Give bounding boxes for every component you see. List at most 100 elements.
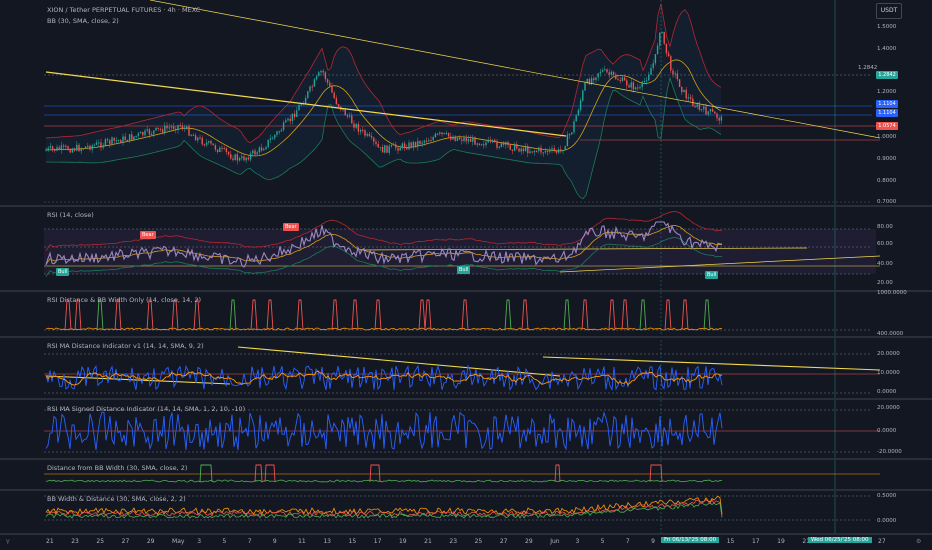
candle-body [406,147,408,150]
candle-body [131,134,133,140]
candle-body [296,110,298,118]
time-axis-label: 19 [398,538,407,545]
candle-body [705,106,707,115]
candle-body [274,134,276,139]
candle-body [186,126,188,129]
candle-body [234,154,236,161]
candle-body [630,82,632,88]
candle-body [458,137,461,140]
candle-body [392,144,395,146]
candle-body [386,145,388,153]
rsi-signed-axis-label: -20.0000 [877,449,902,455]
candle-body [606,69,608,73]
candle-body [681,86,683,93]
candle-body [344,108,346,116]
pane-separator[interactable] [0,398,932,400]
candle-body [650,68,652,75]
candle-body [531,151,533,153]
currency-button[interactable]: USDT [876,3,902,19]
candle-body [518,148,520,152]
candle-body [507,141,509,146]
rsi-distance-axis-label: 400.0000 [877,331,904,337]
candle-body [483,144,485,146]
candle-body [370,136,373,138]
candle-body [716,113,718,119]
candle-body [49,146,52,148]
candle-body [67,146,69,151]
rsi-axis-label: 40.00 [877,261,893,267]
candle-body [265,147,267,150]
candle-body [476,143,478,145]
settings-icon[interactable]: ⚙ [916,538,921,545]
candle-body [252,150,254,154]
pane-separator[interactable] [0,336,932,338]
candle-body [256,152,258,155]
candle-body [111,137,113,144]
candle-body [447,132,450,137]
candle-body [282,122,285,130]
candle-body [216,149,219,153]
candle-body [683,89,685,93]
candle-body [335,98,338,105]
candle-body [232,158,234,161]
pane-separator[interactable] [0,458,932,460]
candle-body [601,70,604,72]
candle-body [469,138,472,142]
candle-body [150,133,153,135]
candle-body [432,137,434,141]
candle-body [571,132,573,135]
bb-indicator-label[interactable]: BB (30, SMA, close, 2) [47,17,119,25]
rsi-title[interactable]: RSI (14, close) [47,211,94,219]
candle-body [698,104,701,110]
time-axis-label: 17 [373,538,382,545]
symbol-title[interactable]: XION / Tether PERPETUAL FUTURES · 4h · M… [47,6,200,14]
time-axis-label: 23 [449,538,458,545]
pane-separator[interactable] [0,489,932,491]
candle-body [425,140,428,142]
rsi-signed-title[interactable]: RSI MA Signed Distance Indicator (14, 14… [47,405,245,413]
candle-body [379,147,382,149]
candle-body [632,82,635,90]
candle-body [221,147,223,149]
candle-body [128,134,131,141]
time-axis-label: 15 [726,538,735,545]
rsi-distance-axis-label: 1000.0000 [877,290,907,296]
candle-body [364,130,366,136]
candle-body [511,149,514,151]
rsi-axis-label: 80.00 [877,224,893,230]
bb-width-title[interactable]: BB Width & Distance (30, SMA, close, 2, … [47,495,186,503]
candle-body [700,109,703,111]
candle-body [139,131,142,134]
candle-body [71,148,74,153]
rsi-ma-title[interactable]: RSI MA Distance Indicator v1 (14, 14, SM… [47,342,204,350]
candle-body [615,74,617,80]
candle-body [227,151,230,155]
candle-body [529,151,531,154]
candle-body [293,113,296,118]
candle-body [249,153,252,160]
candle-body [674,73,676,75]
candle-body [628,85,630,88]
candle-body [159,128,162,130]
pane-separator[interactable] [0,290,932,292]
candle-body [685,89,687,99]
time-axis-label: 9 [272,538,277,545]
candle-body [115,140,118,142]
price-axis-label: 1.0000 [877,134,897,140]
candle-body [419,140,421,144]
candle-body [487,139,489,143]
candle-body [403,143,406,148]
candle-body [399,147,401,151]
pane-separator[interactable] [0,205,932,207]
candle-body [93,144,96,146]
timezone-button[interactable]: Y [6,539,10,546]
candle-body [122,136,124,143]
price-axis-label: 1.2000 [877,89,897,95]
distance-bb-title[interactable]: Distance from BB Width (30, SMA, close, … [47,464,187,472]
rsi-distance-title[interactable]: RSI Distance & BB Width Only (14, close,… [47,296,201,304]
candle-body [271,138,274,140]
candle-body [509,145,511,150]
candle-body [245,157,247,161]
candle-body [626,80,628,86]
candle-body [243,156,245,161]
